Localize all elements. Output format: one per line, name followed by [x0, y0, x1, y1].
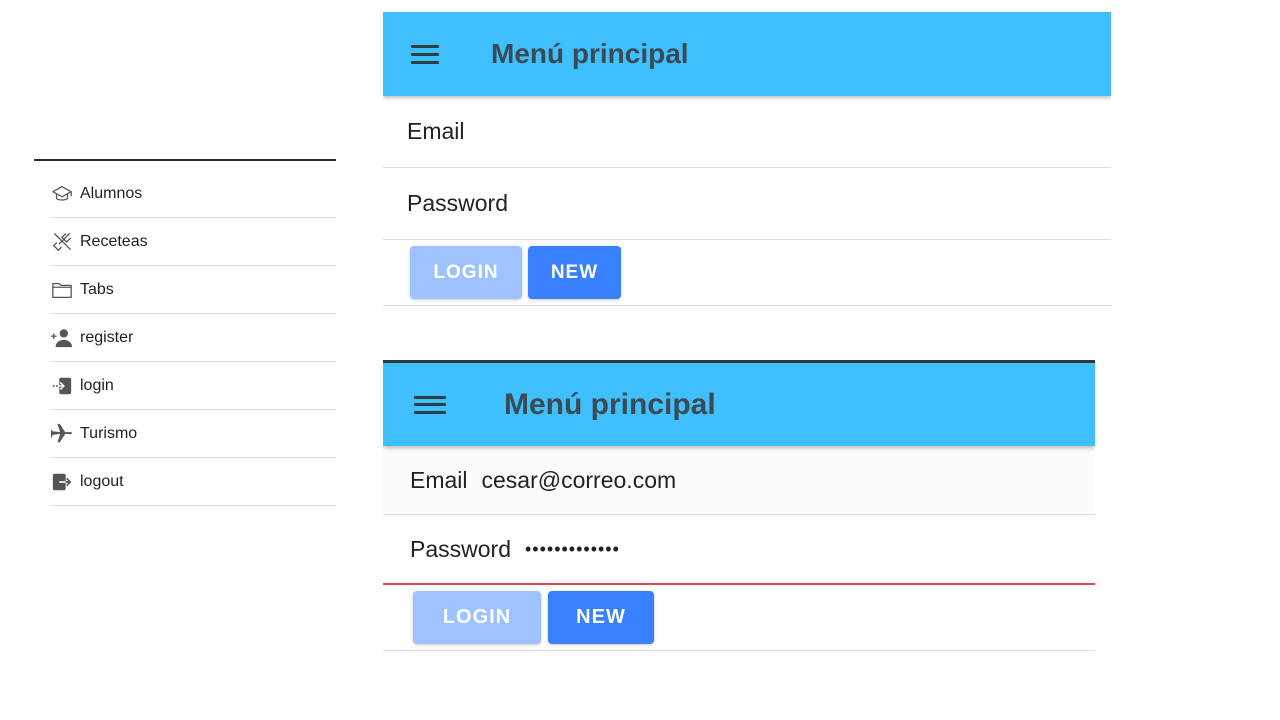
person-add-icon — [50, 326, 74, 350]
sidebar-divider — [34, 159, 336, 161]
graduation-cap-icon — [50, 182, 74, 206]
new-button[interactable]: NEW — [548, 591, 654, 644]
page-title: Menú principal — [504, 387, 716, 421]
sidebar-item-label: logout — [80, 472, 124, 490]
email-label: Email — [410, 466, 468, 493]
sidebar-item-label: login — [80, 376, 114, 394]
button-row: LOGIN NEW — [383, 585, 1095, 651]
password-label: Password — [407, 190, 508, 216]
sidebar-item-label: Receteas — [80, 232, 148, 250]
email-input[interactable]: cesar@correo.com — [482, 467, 677, 494]
sidebar-item-logout[interactable]: logout — [50, 458, 336, 506]
login-button[interactable]: LOGIN — [410, 246, 522, 299]
password-field[interactable]: Password ••••••••••••• — [383, 515, 1095, 585]
email-label: Email — [407, 118, 465, 144]
sidebar-item-label: Tabs — [80, 280, 114, 298]
sidebar-item-label: Turismo — [80, 424, 138, 442]
log-out-icon — [50, 470, 74, 494]
sidebar-item-label: Alumnos — [80, 184, 143, 202]
restaurant-icon — [50, 230, 74, 254]
sidebar-item-alumnos[interactable]: Alumnos — [50, 170, 336, 218]
password-input[interactable]: ••••••••••••• — [525, 539, 620, 560]
password-field[interactable]: Password — [383, 168, 1111, 240]
log-in-icon — [50, 374, 74, 398]
email-field[interactable]: Email — [383, 96, 1111, 168]
button-row: LOGIN NEW — [383, 240, 1111, 306]
login-button[interactable]: LOGIN — [413, 591, 541, 644]
airplane-icon — [50, 422, 74, 446]
new-button[interactable]: NEW — [528, 246, 621, 299]
page-title: Menú principal — [491, 38, 689, 69]
sidebar-item-tabs[interactable]: Tabs — [50, 266, 336, 314]
sidebar-item-register[interactable]: register — [50, 314, 336, 362]
toolbar: Menú principal — [383, 12, 1111, 96]
sidebar-item-login[interactable]: login — [50, 362, 336, 410]
sidebar-item-label: register — [80, 328, 134, 346]
login-screen-filled: Menú principal Email cesar@correo.com Pa… — [383, 360, 1095, 660]
folder-icon — [50, 278, 74, 302]
toolbar: Menú principal — [383, 363, 1095, 446]
menu-icon[interactable] — [411, 44, 439, 64]
side-menu: Alumnos Receteas Tabs register login Tur… — [50, 170, 336, 506]
login-screen-empty: Menú principal Email Password LOGIN NEW — [383, 12, 1111, 308]
password-label: Password — [410, 535, 511, 562]
email-field[interactable]: Email cesar@correo.com — [383, 446, 1095, 515]
menu-icon[interactable] — [414, 395, 446, 414]
sidebar-item-receteas[interactable]: Receteas — [50, 218, 336, 266]
sidebar-item-turismo[interactable]: Turismo — [50, 410, 336, 458]
